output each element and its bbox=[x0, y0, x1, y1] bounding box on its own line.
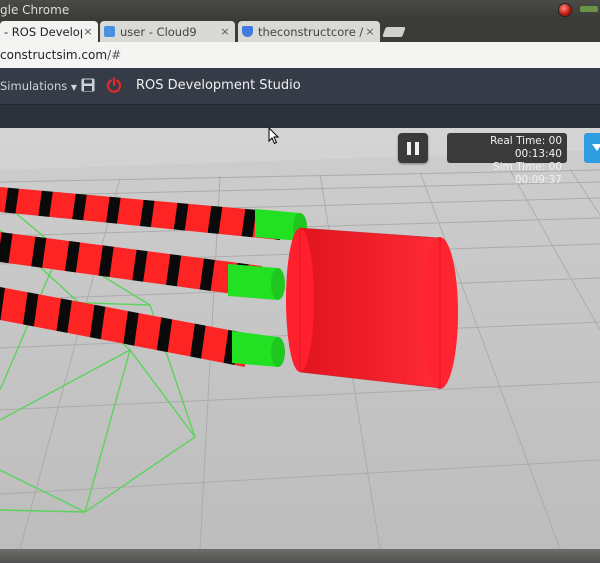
tab-label: user - Cloud9 bbox=[120, 24, 197, 39]
shield-favicon-icon bbox=[242, 26, 253, 37]
sim-time-display: Real Time: 00 00:13:40 Sim Time: 00 00:0… bbox=[447, 133, 567, 186]
url-text: constructsim.com/# bbox=[0, 48, 121, 62]
real-time-readout: Real Time: 00 00:13:40 bbox=[490, 135, 562, 160]
mouse-cursor-icon bbox=[268, 127, 280, 145]
pause-button[interactable] bbox=[398, 133, 428, 163]
cloud9-favicon-icon bbox=[104, 26, 115, 37]
url-host: constructsim.com bbox=[0, 48, 108, 62]
caret-down-icon: ▼ bbox=[70, 83, 78, 92]
tab-label: theconstructcore / bbox=[258, 24, 364, 39]
toolbar-strip bbox=[0, 104, 600, 129]
simulations-menu-label: Simulations bbox=[0, 79, 68, 93]
expand-panel-button[interactable] bbox=[584, 133, 600, 163]
tab-cloud9[interactable]: user - Cloud9 × bbox=[100, 21, 235, 42]
tab-close-icon[interactable]: × bbox=[219, 25, 231, 38]
red-cylinder bbox=[286, 227, 458, 389]
tab-close-icon[interactable]: × bbox=[82, 25, 94, 38]
window-indicator-icon bbox=[580, 6, 598, 12]
address-bar[interactable]: constructsim.com/# bbox=[0, 42, 600, 69]
tab-strip: - ROS Develop × user - Cloud9 × theconst… bbox=[0, 20, 600, 42]
tab-close-icon[interactable]: × bbox=[364, 25, 376, 38]
new-tab-button[interactable] bbox=[382, 27, 406, 37]
simulations-menu[interactable]: Simulations ▼ bbox=[0, 79, 77, 93]
app-header: Simulations ▼ ROS Development Studio bbox=[0, 68, 600, 104]
pause-icon bbox=[407, 142, 411, 155]
sim-time-readout: Sim Time: 00 00:09:37 bbox=[492, 161, 562, 186]
studio-title: ROS Development Studio bbox=[136, 78, 301, 93]
tab-label: - ROS Develop bbox=[4, 24, 82, 39]
gazebo-viewport[interactable] bbox=[0, 128, 600, 549]
pause-icon-bar bbox=[415, 142, 419, 155]
window-title: gle Chrome bbox=[0, 3, 70, 17]
url-path: /# bbox=[107, 48, 122, 62]
power-icon[interactable] bbox=[106, 77, 122, 93]
tab-ros-development[interactable]: - ROS Develop × bbox=[0, 21, 98, 42]
scene-canvas bbox=[0, 128, 600, 549]
tab-theconstructcore[interactable]: theconstructcore / × bbox=[238, 21, 380, 42]
window-bottom-edge bbox=[0, 549, 600, 563]
window-close-button[interactable] bbox=[559, 4, 571, 16]
window-title-bar: gle Chrome bbox=[0, 0, 600, 20]
save-icon[interactable] bbox=[81, 78, 95, 92]
